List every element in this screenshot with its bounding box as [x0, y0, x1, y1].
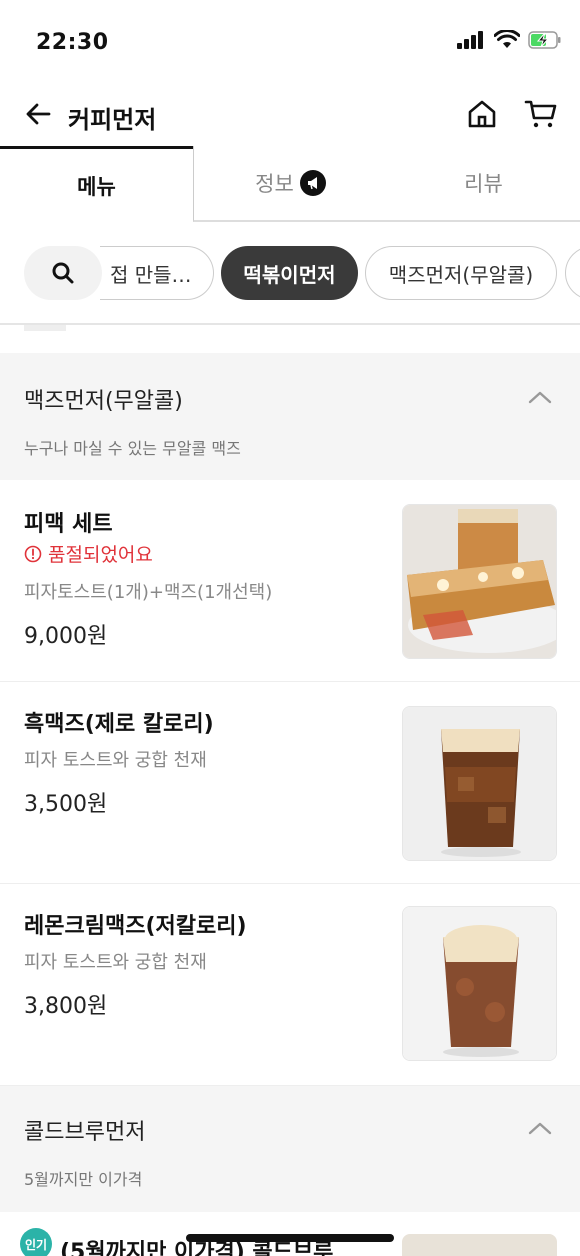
menu-item-photo: [402, 906, 557, 1061]
tab-info[interactable]: 정보: [193, 146, 387, 222]
home-indicator[interactable]: [186, 1234, 394, 1242]
status-time: 22:30: [36, 30, 109, 55]
store-title: 커피먼저: [68, 106, 157, 134]
menu-item-name: 흑맥즈(제로 칼로리): [24, 712, 214, 737]
store-tabs: 메뉴 정보 리뷰: [0, 146, 580, 222]
category-chips: 접 만들… 떡볶이먼저 맥즈먼저(무알콜): [0, 244, 580, 302]
section-header[interactable]: 콜드브루먼저 5월까지만 이가격: [0, 1086, 580, 1212]
sold-out-status: 품절되었어요: [24, 540, 153, 567]
battery-charging-icon: [528, 31, 561, 49]
promo-megaphone-icon: [299, 170, 326, 196]
tab-menu-label: 메뉴: [77, 174, 116, 199]
section-title: 콜드브루먼저: [24, 1120, 146, 1145]
menu-item-price: 3,500원: [24, 792, 108, 817]
category-chip-label: 떡볶이먼저: [243, 262, 336, 287]
chevron-up-icon[interactable]: [528, 390, 552, 404]
alert-circle-icon: [24, 545, 42, 562]
category-chip[interactable]: [565, 246, 580, 300]
menu-search-button[interactable]: [24, 246, 102, 300]
tab-review-label: 리뷰: [464, 172, 503, 196]
category-chip[interactable]: 맥즈먼저(무알콜): [365, 246, 557, 300]
menu-item-name: 피맥 세트: [24, 512, 113, 537]
section-header[interactable]: 맥즈먼저(무알콜) 누구나 마실 수 있는 무알콜 맥즈: [0, 353, 580, 480]
menu-item-name: 레몬크림맥즈(저칼로리): [24, 914, 247, 939]
section-subtitle: 5월까지만 이가격: [24, 1170, 143, 1189]
tab-review[interactable]: 리뷰: [387, 146, 580, 222]
tab-info-label: 정보: [255, 172, 294, 196]
back-arrow-icon[interactable]: [24, 100, 52, 128]
category-chip[interactable]: 접 만들…: [100, 246, 214, 300]
section-subtitle: 누구나 마실 수 있는 무알콜 맥즈: [24, 439, 241, 458]
menu-item-photo: [402, 706, 557, 861]
tab-menu[interactable]: 메뉴: [0, 146, 193, 222]
menu-item-photo: [402, 1234, 557, 1256]
menu-item[interactable]: 흑맥즈(제로 칼로리) 피자 토스트와 궁합 천재 3,500원: [0, 682, 580, 884]
menu-item-price: 3,800원: [24, 994, 108, 1019]
menu-item[interactable]: 피맥 세트 품절되었어요 피자토스트(1개)+맥즈(1개선택) 9,000원: [0, 480, 580, 682]
category-chip-label: 접 만들…: [110, 262, 192, 287]
menu-item-description: 피자토스트(1개)+맥즈(1개선택): [24, 582, 273, 603]
search-icon: [52, 262, 74, 284]
cart-icon[interactable]: [524, 98, 558, 130]
menu-item[interactable]: 레몬크림맥즈(저칼로리) 피자 토스트와 궁합 천재 3,800원: [0, 884, 580, 1086]
signal-icon: [457, 31, 483, 49]
status-icons: [456, 30, 562, 50]
chevron-up-icon[interactable]: [528, 1121, 552, 1135]
app-header: 커피먼저: [0, 86, 580, 146]
section-title: 맥즈먼저(무알콜): [24, 389, 183, 414]
sold-out-text: 품절되었어요: [48, 544, 153, 566]
menu-item-description: 피자 토스트와 궁합 천재: [24, 750, 207, 771]
category-chip-label: 맥즈먼저(무알콜): [388, 262, 534, 287]
home-icon[interactable]: [466, 98, 498, 130]
menu-item-photo: [402, 504, 557, 659]
popular-badge: 인기: [20, 1228, 52, 1256]
menu-item-price: 9,000원: [24, 624, 108, 649]
status-bar: 22:30: [0, 0, 580, 86]
wifi-icon: [494, 30, 520, 48]
divider: [0, 323, 580, 325]
menu-item-description: 피자 토스트와 궁합 천재: [24, 952, 207, 973]
category-chip-selected[interactable]: 떡볶이먼저: [221, 246, 358, 300]
divider: [24, 325, 66, 331]
